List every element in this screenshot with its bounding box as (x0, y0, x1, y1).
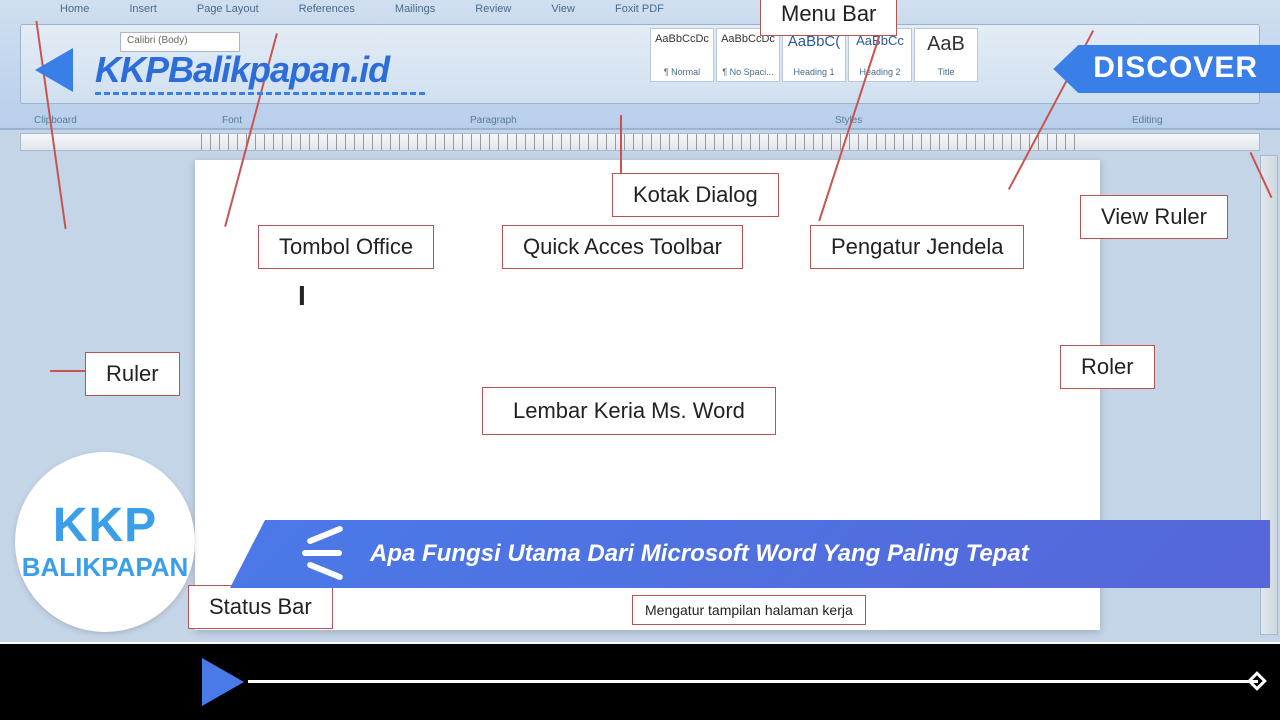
kkp-text-top: KKP (53, 502, 157, 550)
paper-plane-icon (35, 45, 85, 95)
text-cursor: I (298, 280, 306, 312)
tab-review: Review (475, 3, 511, 15)
group-clipboard: Clipboard (34, 115, 77, 126)
label-ruler: Ruler (85, 352, 180, 396)
style-normal: AaBbCcDc¶ Normal (650, 28, 714, 82)
label-kotak-dialog: Kotak Dialog (612, 173, 779, 217)
play-chevron-icon[interactable] (202, 658, 244, 706)
label-mengatur: Mengatur tampilan halaman kerja (632, 595, 866, 625)
site-logo[interactable]: KKPBalikpapan.id (35, 45, 389, 95)
tab-view: View (551, 3, 575, 15)
site-logo-text: KKPBalikpapan.id (95, 49, 389, 91)
style-title: AaBTitle (914, 28, 978, 82)
label-quick-access: Quick Acces Toolbar (502, 225, 743, 269)
label-menu-bar: Menu Bar (760, 0, 897, 36)
kkp-text-bottom: BALIKPAPAN (22, 552, 189, 583)
group-paragraph: Paragraph (470, 115, 517, 126)
tab-pagelayout: Page Layout (197, 3, 259, 15)
discover-badge[interactable]: DISCOVER (1053, 45, 1280, 93)
styles-gallery: AaBbCcDc¶ Normal AaBbCcDc¶ No Spaci... A… (650, 28, 978, 82)
ribbon-tabs: Home Insert Page Layout References Maili… (60, 3, 664, 15)
group-font: Font (222, 115, 242, 126)
style-nospacing: AaBbCcDc¶ No Spaci... (716, 28, 780, 82)
style-heading1: AaBbC(Heading 1 (782, 28, 846, 82)
label-tombol-office: Tombol Office (258, 225, 434, 269)
article-title-bar: Apa Fungsi Utama Dari Microsoft Word Yan… (230, 520, 1270, 588)
callout-line (50, 370, 90, 372)
horizontal-ruler (20, 133, 1260, 151)
label-pengatur-jendela: Pengatur Jendela (810, 225, 1024, 269)
article-title: Apa Fungsi Utama Dari Microsoft Word Yan… (370, 540, 1029, 568)
progress-line[interactable] (248, 680, 1258, 683)
group-editing: Editing (1132, 115, 1163, 126)
label-lembar-kerja: Lembar Keria Ms. Word (482, 387, 776, 435)
kkp-circle-logo[interactable]: KKP BALIKPAPAN (15, 452, 195, 632)
tab-home: Home (60, 3, 89, 15)
callout-line (620, 115, 622, 173)
label-view-ruler: View Ruler (1080, 195, 1228, 239)
tab-references: References (299, 3, 355, 15)
label-roler: Roler (1060, 345, 1155, 389)
tab-foxit: Foxit PDF (615, 3, 664, 15)
tab-mailings: Mailings (395, 3, 435, 15)
label-status-bar: Status Bar (188, 585, 333, 629)
tab-insert: Insert (129, 3, 157, 15)
